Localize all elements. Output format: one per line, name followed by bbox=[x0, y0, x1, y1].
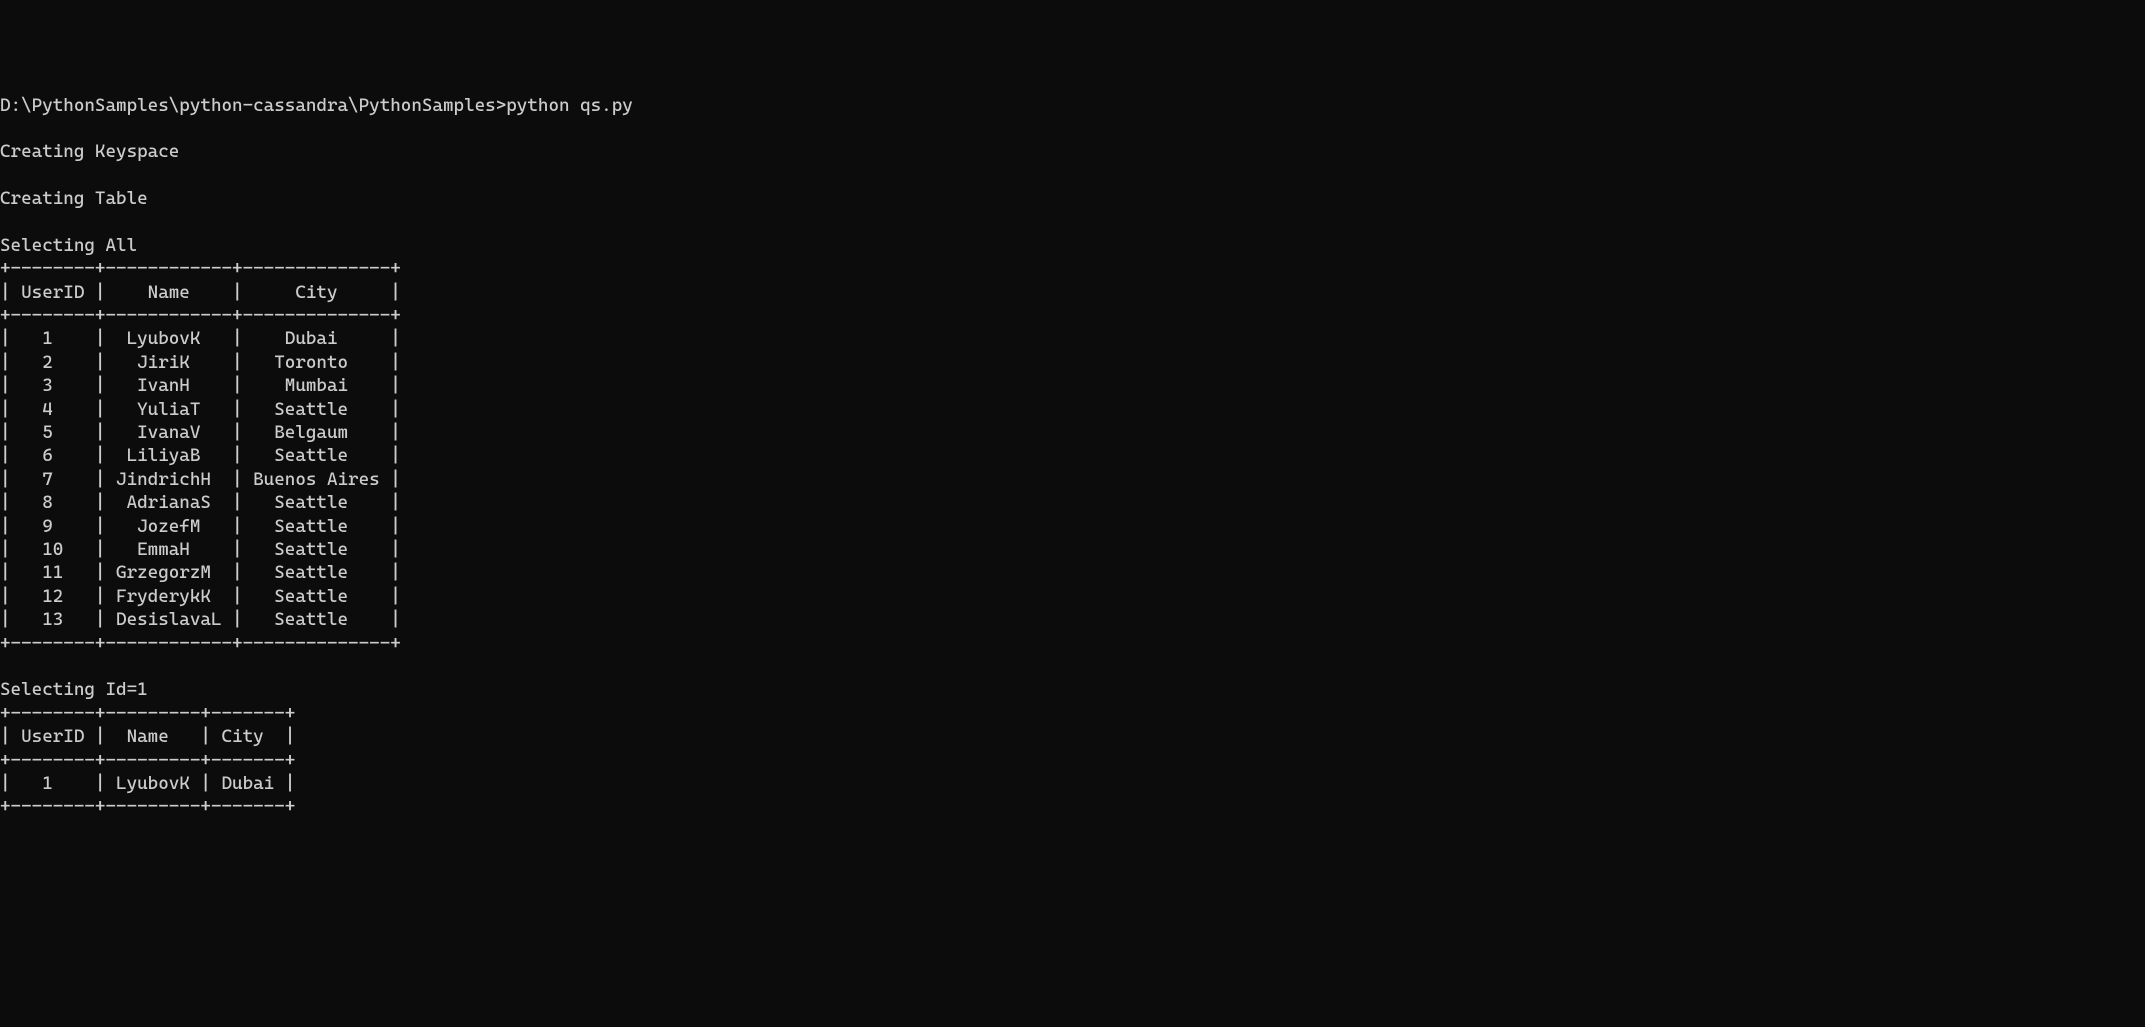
table-row: | 3 | IvanH | Mumbai | bbox=[0, 374, 2145, 397]
table-row: | UserID | Name | City | bbox=[0, 281, 2145, 304]
table-row: | 1 | LyubovK | Dubai | bbox=[0, 772, 2145, 795]
table-row: | 6 | LiliyaB | Seattle | bbox=[0, 444, 2145, 467]
blank-line bbox=[0, 117, 2145, 140]
blank-line bbox=[0, 655, 2145, 678]
table-row: +--------+------------+--------------+ bbox=[0, 304, 2145, 327]
table-row: +--------+---------+-------+ bbox=[0, 749, 2145, 772]
table-row: | 13 | DesislavaL | Seattle | bbox=[0, 608, 2145, 631]
status-line: Creating Table bbox=[0, 187, 2145, 210]
table-row: | 7 | JindrichH | Buenos Aires | bbox=[0, 468, 2145, 491]
table-row: | UserID | Name | City | bbox=[0, 725, 2145, 748]
table-row: +--------+------------+--------------+ bbox=[0, 632, 2145, 655]
table-row: | 8 | AdrianaS | Seattle | bbox=[0, 491, 2145, 514]
table-row: | 1 | LyubovK | Dubai | bbox=[0, 327, 2145, 350]
table-row: | 11 | GrzegorzM | Seattle | bbox=[0, 561, 2145, 584]
table-row: | 10 | EmmaH | Seattle | bbox=[0, 538, 2145, 561]
table-row: | 4 | YuliaT | Seattle | bbox=[0, 398, 2145, 421]
blank-line bbox=[0, 164, 2145, 187]
table-row: +--------+---------+-------+ bbox=[0, 795, 2145, 818]
table-row: +--------+---------+-------+ bbox=[0, 702, 2145, 725]
table-row: | 9 | JozefM | Seattle | bbox=[0, 515, 2145, 538]
table-row: | 5 | IvanaV | Belgaum | bbox=[0, 421, 2145, 444]
terminal-output[interactable]: D:\PythonSamples\python-cassandra\Python… bbox=[0, 94, 2145, 819]
ascii-table-all: +--------+------------+--------------+| … bbox=[0, 257, 2145, 655]
command-prompt-line: D:\PythonSamples\python-cassandra\Python… bbox=[0, 94, 2145, 117]
table-row: | 2 | JiriK | Toronto | bbox=[0, 351, 2145, 374]
table-row: | 12 | FryderykK | Seattle | bbox=[0, 585, 2145, 608]
status-line: Selecting Id=1 bbox=[0, 678, 2145, 701]
table-row: +--------+------------+--------------+ bbox=[0, 257, 2145, 280]
blank-line bbox=[0, 211, 2145, 234]
status-line: Selecting All bbox=[0, 234, 2145, 257]
ascii-table-id1: +--------+---------+-------+| UserID | N… bbox=[0, 702, 2145, 819]
status-line: Creating Keyspace bbox=[0, 140, 2145, 163]
